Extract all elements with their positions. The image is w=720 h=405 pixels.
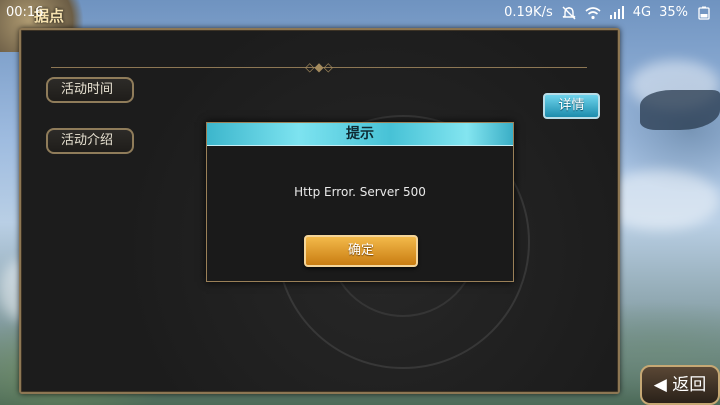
divider-ornament: ◇◆◇ <box>305 60 333 74</box>
tab-activity-time[interactable]: 活动时间 <box>46 77 134 103</box>
error-dialog: 提示 Http Error. Server 500 确定 <box>206 122 514 282</box>
wifi-icon <box>585 6 601 20</box>
back-label: 返回 <box>672 375 707 395</box>
tab-activity-intro[interactable]: 活动介绍 <box>46 128 134 154</box>
battery-level: 35% <box>659 5 688 20</box>
dialog-title: 提示 <box>207 123 513 146</box>
dialog-message: Http Error. Server 500 <box>294 185 426 199</box>
confirm-button[interactable]: 确定 <box>304 235 418 267</box>
tab-label: 活动时间 <box>61 82 114 97</box>
details-button[interactable]: 详情 <box>543 93 600 119</box>
mute-icon <box>561 6 577 20</box>
back-arrow-icon: ◀ <box>653 375 667 395</box>
battery-icon <box>696 6 712 20</box>
signal-icon <box>609 5 625 20</box>
tab-label: 活动介绍 <box>61 133 114 148</box>
network-speed: 0.19K/s <box>504 5 553 20</box>
back-button[interactable]: ◀ 返回 <box>640 365 720 405</box>
status-bar: 00:16 0.19K/s 4G 35% <box>0 0 720 28</box>
clock: 00:16 <box>6 5 44 20</box>
signal-type: 4G <box>632 5 652 20</box>
